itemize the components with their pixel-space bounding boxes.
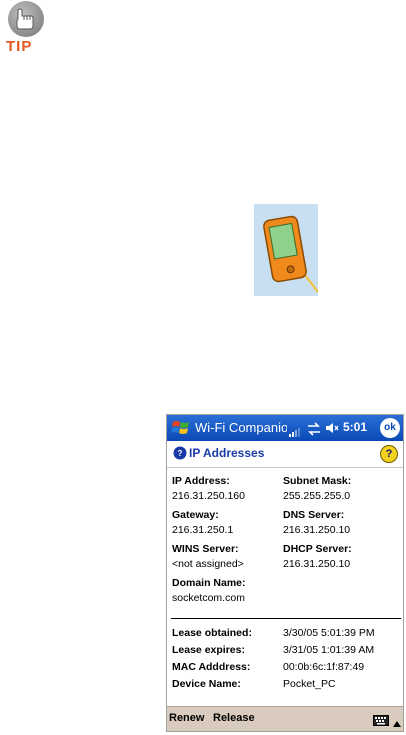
menu-bar: Renew Release (167, 706, 403, 731)
keyboard-icon[interactable] (373, 713, 389, 726)
mac-address-label: MAC Adddress: (172, 661, 251, 673)
mac-address-value: 00:0b:6c:1f:87:49 (283, 661, 365, 673)
signal-strength-icon (288, 424, 300, 437)
lease-obtained-label: Lease obtained: (172, 627, 252, 639)
svg-text:?: ? (178, 449, 183, 458)
page-title: IP Addresses (189, 446, 265, 460)
subnet-mask-label: Subnet Mask: (283, 475, 352, 487)
title-bar: Wi-Fi Companion 5:01 ok (167, 415, 403, 441)
device-name-label: Device Name: (172, 678, 241, 690)
dns-server-value: 216.31.250.10 (283, 524, 351, 536)
speaker-icon[interactable] (325, 421, 339, 435)
tip-icon: TIP (2, 0, 54, 58)
lease-expires-label: Lease expires: (172, 644, 245, 656)
renew-button[interactable]: Renew (169, 712, 204, 724)
clock[interactable]: 5:01 (343, 420, 367, 434)
divider (171, 618, 401, 619)
ip-address-label: IP Address: (172, 475, 230, 487)
subnet-mask-value: 255.255.255.0 (283, 490, 351, 502)
tip-label: TIP (6, 38, 33, 55)
release-button[interactable]: Release (213, 712, 255, 724)
app-title: Wi-Fi Companion (195, 420, 287, 435)
lease-expires-value: 3/31/05 1:01:39 AM (283, 644, 375, 656)
hand-pointer-icon (8, 1, 44, 37)
windows-flag-icon[interactable] (170, 418, 192, 438)
wins-server-label: WINS Server: (172, 543, 239, 555)
wins-server-value: <not assigned> (172, 558, 244, 570)
device-name-value: Pocket_PC (283, 678, 336, 690)
ip-address-icon: ? (173, 446, 187, 460)
ok-button[interactable]: ok (380, 418, 400, 438)
dhcp-server-value: 216.31.250.10 (283, 558, 351, 570)
domain-name-value: socketcom.com (172, 592, 245, 604)
domain-name-label: Domain Name: (172, 577, 246, 589)
pocket-pc-screen: Wi-Fi Companion 5:01 ok ? IP Addresses ?… (166, 414, 404, 732)
dns-server-label: DNS Server: (283, 509, 345, 521)
ip-address-value: 216.31.250.160 (172, 490, 245, 502)
lease-obtained-value: 3/30/05 5:01:39 PM (283, 627, 375, 639)
pocket-pc-device-icon (254, 204, 319, 296)
help-icon[interactable]: ? (380, 445, 398, 463)
connectivity-arrows-icon[interactable] (307, 422, 321, 436)
dhcp-server-label: DHCP Server: (283, 543, 352, 555)
gateway-value: 216.31.250.1 (172, 524, 234, 536)
page-header: ? IP Addresses ? (167, 441, 403, 468)
up-arrow-icon[interactable] (393, 715, 401, 727)
gateway-label: Gateway: (172, 509, 219, 521)
